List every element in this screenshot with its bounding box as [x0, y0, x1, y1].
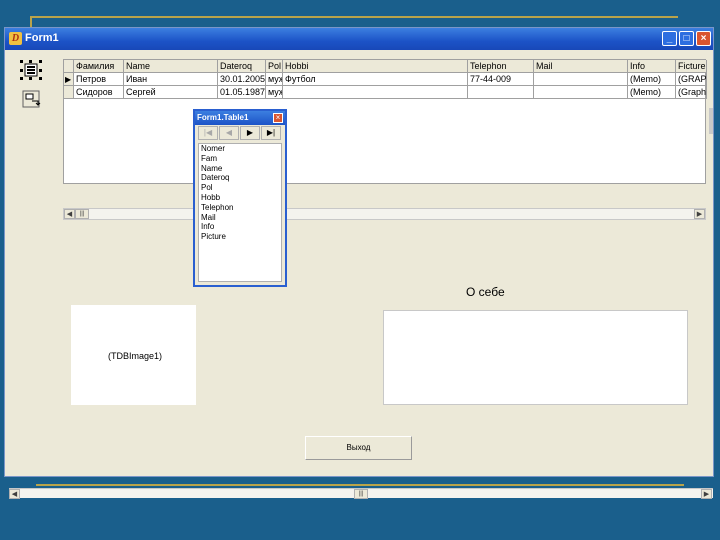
- about-memo-field[interactable]: [383, 310, 688, 405]
- field-list[interactable]: Nomer Fam Name Dateroq Pol Hobb Telephon…: [198, 143, 282, 282]
- grid-header-row: Фамилия Name Dateroq Pol Hobbi Telephon …: [64, 60, 707, 73]
- table-component-icon[interactable]: [19, 88, 43, 110]
- grid-cell[interactable]: (Memo): [628, 86, 676, 99]
- minimize-button[interactable]: _: [662, 31, 677, 46]
- top-decoration-line: [30, 16, 678, 18]
- table-window-title[interactable]: Form1.Table1: [195, 111, 285, 125]
- about-label: О себе: [466, 285, 505, 299]
- grid-cell[interactable]: [283, 86, 468, 99]
- grid-cell[interactable]: муж: [266, 73, 283, 86]
- nav-next-button[interactable]: ▶: [240, 126, 260, 140]
- list-item[interactable]: Picture: [199, 232, 281, 242]
- grid-cell[interactable]: 30.01.2005: [218, 73, 266, 86]
- close-button[interactable]: ×: [696, 31, 711, 46]
- list-item[interactable]: Fam: [199, 154, 281, 164]
- table-fields-window[interactable]: Form1.Table1 × |◀ ◀ ▶ ▶| Nomer Fam Name …: [193, 109, 287, 287]
- column-header[interactable]: Mail: [534, 60, 628, 73]
- list-item[interactable]: Info: [199, 222, 281, 232]
- grid-cell[interactable]: 77-44-009: [468, 73, 534, 86]
- nav-last-button[interactable]: ▶|: [261, 126, 281, 140]
- grid-cell[interactable]: [534, 73, 628, 86]
- scroll-thumb[interactable]: |||: [354, 489, 368, 499]
- grid-cell[interactable]: Сергей: [124, 86, 218, 99]
- column-header[interactable]: Hobbi: [283, 60, 468, 73]
- title-bar[interactable]: D Form1 _ □ ×: [5, 28, 713, 50]
- row-indicator-cell: [64, 86, 74, 99]
- scroll-right-button[interactable]: ▶: [701, 489, 712, 499]
- grid-cell[interactable]: [534, 86, 628, 99]
- grid-cell[interactable]: [468, 86, 534, 99]
- grid-cell[interactable]: Сидоров: [74, 86, 124, 99]
- column-header[interactable]: Фамилия: [74, 60, 124, 73]
- window-title: Form1: [25, 32, 59, 44]
- list-item[interactable]: Pol: [199, 183, 281, 193]
- exit-button[interactable]: Выход: [305, 436, 412, 460]
- bottom-decoration-line: [36, 484, 684, 486]
- scroll-thumb[interactable]: |||: [75, 209, 89, 219]
- list-item[interactable]: Name: [199, 164, 281, 174]
- form1-window: D Form1 _ □ × Фамилия Name Dateroq Pol H…: [4, 27, 714, 499]
- column-header[interactable]: Name: [124, 60, 218, 73]
- list-item[interactable]: Dateroq: [199, 173, 281, 183]
- nav-first-button[interactable]: |◀: [198, 126, 218, 140]
- grid-cell[interactable]: Иван: [124, 73, 218, 86]
- list-item[interactable]: Mail: [199, 213, 281, 223]
- column-header[interactable]: Pol: [266, 60, 283, 73]
- list-item[interactable]: Telephon: [199, 203, 281, 213]
- grid-cell[interactable]: (Memo): [628, 73, 676, 86]
- form-client-area: Фамилия Name Dateroq Pol Hobbi Telephon …: [7, 50, 713, 499]
- db-image-box[interactable]: (TDBImage1): [71, 305, 196, 405]
- grid-cell[interactable]: Петров: [74, 73, 124, 86]
- header-indicator-cell: [64, 60, 74, 73]
- nav-prior-button[interactable]: ◀: [219, 126, 239, 140]
- grid-cell[interactable]: (Graphic): [676, 86, 707, 99]
- table-row[interactable]: Сидоров Сергей 01.05.1987 муж (Memo) (Gr…: [64, 86, 707, 99]
- grid-cell[interactable]: Футбол: [283, 73, 468, 86]
- close-icon[interactable]: ×: [273, 113, 283, 123]
- data-grid[interactable]: Фамилия Name Dateroq Pol Hobbi Telephon …: [63, 59, 707, 184]
- list-item[interactable]: Nomer: [199, 144, 281, 154]
- image-caption: (TDBImage1): [108, 351, 163, 361]
- column-header[interactable]: Ficture: [676, 60, 707, 73]
- grid-cell[interactable]: 01.05.1987: [218, 86, 266, 99]
- scroll-left-button[interactable]: ◀: [9, 489, 20, 499]
- list-item[interactable]: Hobb: [199, 193, 281, 203]
- vertical-scroll-grip[interactable]: [709, 108, 713, 134]
- scroll-left-button[interactable]: ◀: [64, 209, 75, 219]
- grid-cell[interactable]: муж: [266, 86, 283, 99]
- delphi-app-icon: D: [9, 32, 22, 45]
- grid-cell[interactable]: (GRAPH: [676, 73, 707, 86]
- column-header[interactable]: Info: [628, 60, 676, 73]
- column-header[interactable]: Dateroq: [218, 60, 266, 73]
- datasource-component-icon[interactable]: [19, 59, 43, 81]
- maximize-button[interactable]: □: [679, 31, 694, 46]
- grid-horizontal-scrollbar[interactable]: ◀ ||| ▶: [63, 208, 706, 220]
- row-indicator-cell: ▶: [64, 73, 74, 86]
- table-row[interactable]: ▶ Петров Иван 30.01.2005 муж Футбол 77-4…: [64, 73, 707, 86]
- form-horizontal-scrollbar[interactable]: ◀ ||| ▶: [9, 488, 713, 499]
- scroll-right-button[interactable]: ▶: [694, 209, 705, 219]
- column-header[interactable]: Telephon: [468, 60, 534, 73]
